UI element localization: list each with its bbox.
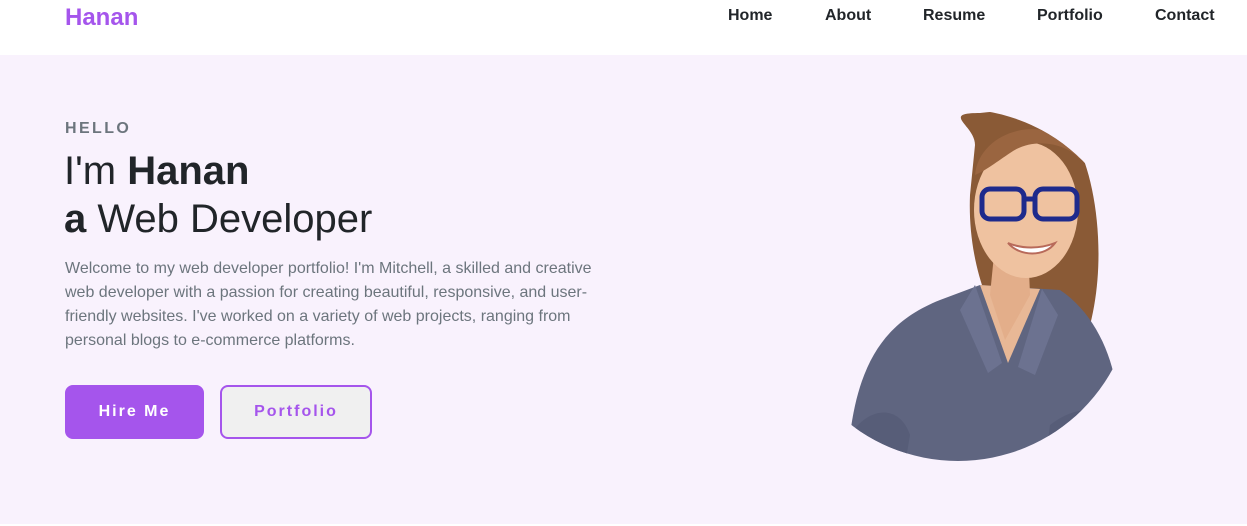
nav-link-portfolio[interactable]: Portfolio: [1037, 7, 1103, 25]
brand-logo[interactable]: Hanan: [65, 4, 138, 32]
navbar: Hanan Home About Resume Portfolio Contac…: [0, 0, 1247, 55]
nav-link-resume[interactable]: Resume: [923, 7, 985, 25]
hero-intro: Welcome to my web developer portfolio! I…: [65, 260, 592, 349]
nav-link-about[interactable]: About: [825, 7, 871, 25]
hero-eyebrow: HELLO: [65, 120, 132, 137]
hero-headline: I'm Hanan a Web Developer: [64, 147, 372, 243]
nav-link-contact[interactable]: Contact: [1155, 7, 1215, 25]
headline-name: Hanan: [127, 149, 250, 193]
hire-me-button[interactable]: Hire Me: [65, 385, 204, 439]
headline-prefix: I'm: [64, 149, 128, 193]
headline-role: Web Developer: [86, 197, 373, 241]
nav-link-home[interactable]: Home: [728, 7, 772, 25]
headline-article: a: [64, 197, 87, 241]
portfolio-button[interactable]: Portfolio: [220, 385, 372, 439]
profile-photo: [850, 111, 1115, 461]
hero-section: HELLO I'm Hanan a Web Developer Welcome …: [0, 55, 1247, 524]
